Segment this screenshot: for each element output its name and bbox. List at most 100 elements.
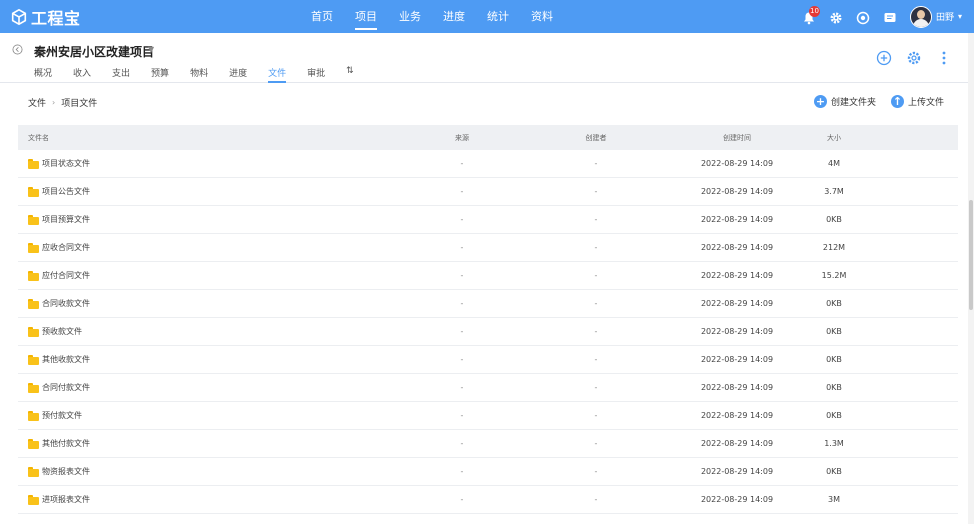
- help-button[interactable]: [856, 10, 870, 24]
- nav-item-home[interactable]: 首页: [300, 0, 344, 33]
- source-cell: -: [460, 383, 464, 392]
- settings-icon[interactable]: [906, 50, 922, 66]
- tab-approval[interactable]: 审批: [307, 66, 325, 83]
- tab-income[interactable]: 收入: [73, 66, 91, 83]
- file-name[interactable]: 合同付款文件: [42, 382, 90, 393]
- file-name[interactable]: 项目预算文件: [42, 214, 90, 225]
- settings-button[interactable]: [829, 10, 843, 24]
- table-row[interactable]: 项目预算文件 - - 2022-08-29 14:09 0KB: [18, 206, 958, 234]
- file-name[interactable]: 预付款文件: [42, 410, 82, 421]
- file-name[interactable]: 物资报表文件: [42, 466, 90, 477]
- create-folder-button[interactable]: + 创建文件夹: [813, 95, 876, 108]
- file-name[interactable]: 合同收款文件: [42, 298, 90, 309]
- upload-file-label: 上传文件: [907, 98, 944, 108]
- table-row[interactable]: 应收合同文件 - - 2022-08-29 14:09 212M: [18, 234, 958, 262]
- app-logo[interactable]: 工程宝: [10, 7, 81, 28]
- more-vertical-icon[interactable]: [936, 50, 952, 66]
- size-cell: 3.7M: [824, 187, 844, 196]
- created-at-cell: 2022-08-29 14:09: [700, 355, 774, 364]
- file-name-cell[interactable]: 进项报表文件: [18, 494, 398, 505]
- logo-text: 工程宝: [31, 9, 81, 28]
- file-name-cell[interactable]: 项目公告文件: [18, 186, 398, 197]
- created-at-cell: 2022-08-29 14:09: [700, 215, 774, 224]
- project-switch-caret-icon[interactable]: ▼: [148, 45, 154, 54]
- file-name-cell[interactable]: 物资报表文件: [18, 466, 398, 477]
- nav-item-documents[interactable]: 资料: [520, 0, 564, 33]
- tab-files[interactable]: 文件: [268, 66, 287, 83]
- file-name-cell[interactable]: 预付款文件: [18, 410, 398, 421]
- tab-budget[interactable]: 预算: [151, 66, 169, 83]
- file-name-cell[interactable]: 预收款文件: [18, 326, 398, 337]
- file-name-cell[interactable]: 项目预算文件: [18, 214, 398, 225]
- creator-cell: -: [594, 355, 598, 364]
- table-row[interactable]: 项目公告文件 - - 2022-08-29 14:09 3.7M: [18, 178, 958, 206]
- file-name-cell[interactable]: 其他收款文件: [18, 354, 398, 365]
- header-creator[interactable]: 创建者: [526, 133, 666, 143]
- file-name[interactable]: 应付合同文件: [42, 270, 90, 281]
- header-size[interactable]: 大小: [808, 133, 860, 143]
- size-cell: 3M: [828, 495, 840, 504]
- tab-materials[interactable]: 物料: [190, 66, 208, 83]
- header-source[interactable]: 来源: [398, 133, 526, 143]
- messages-button[interactable]: [883, 10, 897, 24]
- project-title[interactable]: 秦州安居小区改建项目: [34, 43, 154, 60]
- table-row[interactable]: 预付款文件 - - 2022-08-29 14:09 0KB: [18, 402, 958, 430]
- file-name[interactable]: 预收款文件: [42, 326, 82, 337]
- source-cell: -: [460, 355, 464, 364]
- upload-icon: ↑: [890, 95, 904, 108]
- file-name-cell[interactable]: 应付合同文件: [18, 270, 398, 281]
- help-icon: [856, 11, 870, 24]
- size-cell: 0KB: [826, 383, 842, 392]
- project-header: 秦州安居小区改建项目 ▼ 概况 收入 支出 预算 物料 进度 文件 审批 ⇅: [0, 33, 974, 83]
- chevron-down-icon[interactable]: ▾: [958, 12, 962, 21]
- notifications-button[interactable]: 10: [802, 5, 820, 24]
- table-row[interactable]: 应付合同文件 - - 2022-08-29 14:09 15.2M: [18, 262, 958, 290]
- created-at-cell: 2022-08-29 14:09: [700, 467, 774, 476]
- header-name[interactable]: 文件名: [18, 133, 398, 143]
- file-name-cell[interactable]: 合同收款文件: [18, 298, 398, 309]
- file-name[interactable]: 其他付款文件: [42, 438, 90, 449]
- table-row[interactable]: 合同收款文件 - - 2022-08-29 14:09 0KB: [18, 290, 958, 318]
- file-name[interactable]: 其他收款文件: [42, 354, 90, 365]
- file-name-cell[interactable]: 项目状态文件: [18, 158, 398, 169]
- back-icon[interactable]: [12, 44, 23, 55]
- file-name-cell[interactable]: 合同付款文件: [18, 382, 398, 393]
- table-row[interactable]: 进项报表文件 - - 2022-08-29 14:09 3M: [18, 486, 958, 514]
- folder-icon: [28, 411, 39, 421]
- folder-icon: [28, 215, 39, 225]
- table-row[interactable]: 其他付款文件 - - 2022-08-29 14:09 1.3M: [18, 430, 958, 458]
- folder-icon: [28, 355, 39, 365]
- file-name-cell[interactable]: 其他付款文件: [18, 438, 398, 449]
- created-at-cell: 2022-08-29 14:09: [700, 243, 774, 252]
- nav-item-progress[interactable]: 进度: [432, 0, 476, 33]
- tab-progress[interactable]: 进度: [229, 66, 247, 83]
- folder-icon: [28, 299, 39, 309]
- created-at-cell: 2022-08-29 14:09: [700, 383, 774, 392]
- scrollbar-thumb[interactable]: [969, 200, 973, 310]
- breadcrumb-root[interactable]: 文件: [28, 96, 46, 109]
- file-name[interactable]: 应收合同文件: [42, 242, 90, 253]
- nav-item-business[interactable]: 业务: [388, 0, 432, 33]
- file-name[interactable]: 项目公告文件: [42, 186, 90, 197]
- table-row[interactable]: 项目状态文件 - - 2022-08-29 14:09 4M: [18, 150, 958, 178]
- table-row[interactable]: 合同付款文件 - - 2022-08-29 14:09 0KB: [18, 374, 958, 402]
- username[interactable]: 田野: [936, 10, 954, 23]
- file-name[interactable]: 进项报表文件: [42, 494, 90, 505]
- tab-overview[interactable]: 概况: [34, 66, 52, 83]
- folder-icon: [28, 159, 39, 169]
- nav-item-statistics[interactable]: 统计: [476, 0, 520, 33]
- tab-expense[interactable]: 支出: [112, 66, 130, 83]
- file-name[interactable]: 项目状态文件: [42, 158, 90, 169]
- file-name-cell[interactable]: 应收合同文件: [18, 242, 398, 253]
- plus-circle-icon[interactable]: [876, 50, 892, 66]
- table-row[interactable]: 预收款文件 - - 2022-08-29 14:09 0KB: [18, 318, 958, 346]
- table-row[interactable]: 物资报表文件 - - 2022-08-29 14:09 0KB: [18, 458, 958, 486]
- header-created-at[interactable]: 创建时间: [666, 133, 808, 143]
- table-row[interactable]: 其他收款文件 - - 2022-08-29 14:09 0KB: [18, 346, 958, 374]
- nav-item-projects[interactable]: 项目: [344, 0, 388, 33]
- breadcrumb-current: 项目文件: [61, 99, 98, 109]
- upload-file-button[interactable]: ↑ 上传文件: [890, 95, 944, 108]
- tab-sort[interactable]: ⇅: [346, 66, 354, 83]
- avatar[interactable]: [909, 5, 932, 28]
- folder-icon: [28, 495, 39, 505]
